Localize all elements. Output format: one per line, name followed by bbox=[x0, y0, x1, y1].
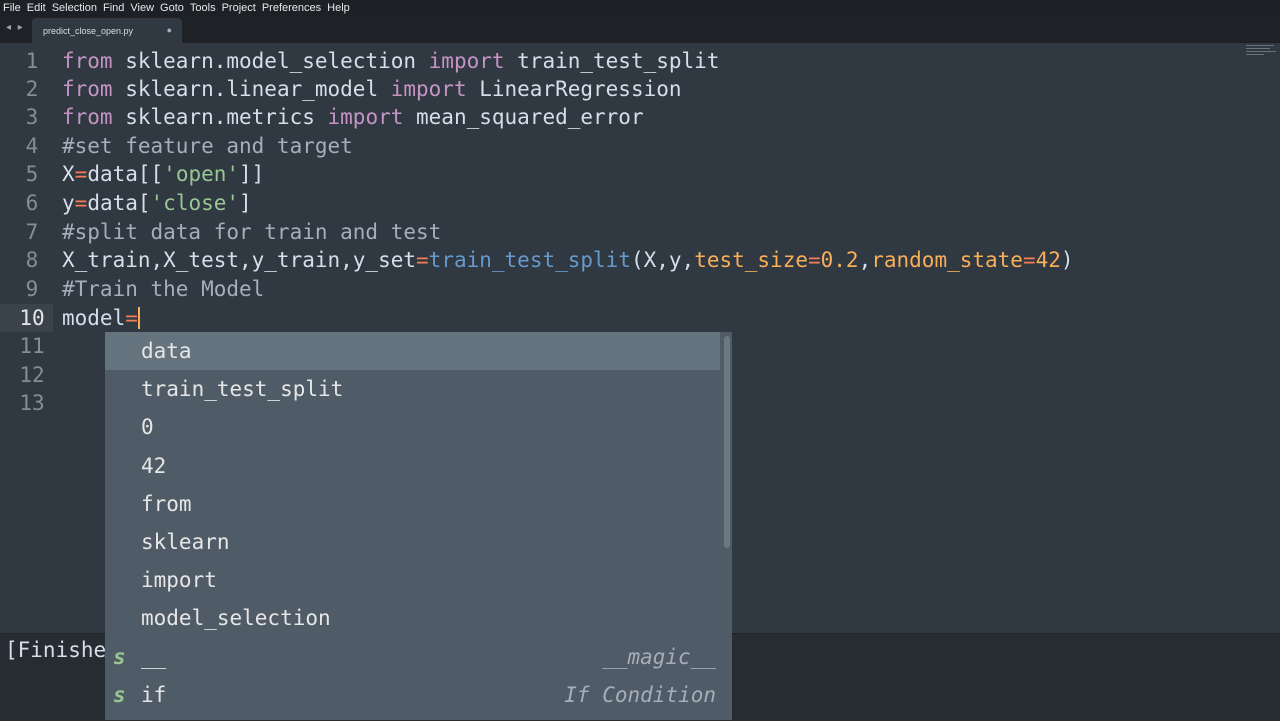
code-line[interactable]: 2 from sklearn.linear_model import Linea… bbox=[0, 75, 1240, 103]
menu-file[interactable]: File bbox=[0, 0, 24, 16]
code-line[interactable]: 8 X_train,X_test,y_train,y_set=train_tes… bbox=[0, 246, 1240, 274]
autocomplete-popup[interactable]: data train_test_split 0 42 from sklearn … bbox=[105, 332, 732, 720]
autocomplete-item[interactable]: from bbox=[105, 485, 720, 523]
code-line[interactable]: 6 y=data['close'] bbox=[0, 189, 1240, 217]
autocomplete-item[interactable]: sklearn bbox=[105, 523, 720, 561]
autocomplete-item[interactable]: import bbox=[105, 561, 720, 599]
snippet-icon: s bbox=[113, 683, 126, 707]
menu-view[interactable]: View bbox=[127, 0, 157, 16]
tab-filename: predict_close_open.py bbox=[43, 26, 134, 36]
menu-help[interactable]: Help bbox=[324, 0, 353, 16]
text-cursor bbox=[137, 307, 140, 329]
code-line[interactable]: 1 from sklearn.model_selection import tr… bbox=[0, 47, 1240, 75]
autocomplete-item[interactable]: 0 bbox=[105, 408, 720, 446]
autocomplete-scroll-thumb[interactable] bbox=[724, 336, 730, 548]
line-number: 3 bbox=[25, 105, 39, 129]
code-line[interactable]: 5 X=data[['open']] bbox=[0, 160, 1240, 188]
autocomplete-item[interactable]: s __ __magic__ bbox=[105, 638, 720, 676]
autocomplete-item[interactable]: train_test_split bbox=[105, 370, 720, 408]
line-number: 8 bbox=[25, 248, 39, 272]
code-line[interactable]: 9 #Train the Model bbox=[0, 275, 1240, 303]
line-number: 12 bbox=[19, 363, 45, 387]
line-number: 4 bbox=[25, 134, 39, 158]
line-number: 11 bbox=[19, 334, 45, 358]
autocomplete-item[interactable]: s if If Condition bbox=[105, 676, 720, 714]
line-number: 1 bbox=[25, 49, 39, 73]
code-line-current[interactable]: 10 model= bbox=[0, 304, 1240, 332]
tab-nav-arrows-icon[interactable]: ◂ ▸ bbox=[6, 22, 25, 33]
menu-goto[interactable]: Goto bbox=[157, 0, 187, 16]
line-number: 6 bbox=[25, 191, 39, 215]
line-number: 10 bbox=[0, 304, 53, 332]
tab-bar: ◂ ▸ predict_close_open.py ● bbox=[0, 16, 1280, 43]
minimap[interactable] bbox=[1246, 45, 1278, 63]
line-number: 7 bbox=[25, 220, 39, 244]
menu-selection[interactable]: Selection bbox=[49, 0, 100, 16]
autocomplete-item[interactable]: 42 bbox=[105, 447, 720, 485]
menu-find[interactable]: Find bbox=[100, 0, 127, 16]
line-number: 9 bbox=[25, 277, 39, 301]
line-number: 13 bbox=[19, 391, 45, 415]
menu-project[interactable]: Project bbox=[219, 0, 259, 16]
unsaved-dot-icon[interactable]: ● bbox=[167, 25, 172, 35]
menu-bar: File Edit Selection Find View Goto Tools… bbox=[0, 0, 1280, 16]
line-number: 2 bbox=[25, 77, 39, 101]
code-line[interactable]: 4 #set feature and target bbox=[0, 132, 1240, 160]
line-number: 5 bbox=[25, 162, 39, 186]
code-line[interactable]: 3 from sklearn.metrics import mean_squar… bbox=[0, 103, 1240, 131]
tab-predict-close-open[interactable]: predict_close_open.py ● bbox=[32, 18, 182, 43]
menu-tools[interactable]: Tools bbox=[187, 0, 219, 16]
autocomplete-item[interactable]: model_selection bbox=[105, 599, 720, 637]
build-output-text: [Finished bbox=[5, 638, 119, 662]
snippet-icon: s bbox=[113, 645, 126, 669]
autocomplete-item[interactable]: data bbox=[105, 332, 720, 370]
menu-edit[interactable]: Edit bbox=[24, 0, 49, 16]
menu-preferences[interactable]: Preferences bbox=[259, 0, 324, 16]
code-line[interactable]: 7 #split data for train and test bbox=[0, 218, 1240, 246]
